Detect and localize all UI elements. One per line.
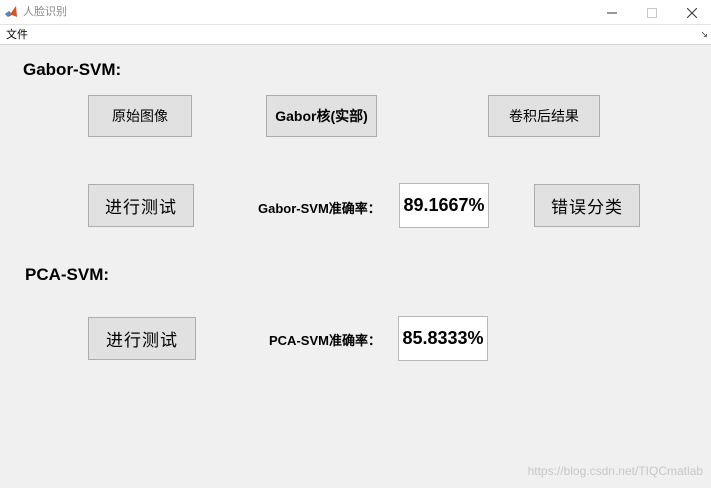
dock-arrow-icon[interactable]: ↘	[700, 30, 708, 40]
pca-accuracy-field: 85.8333%	[398, 316, 488, 361]
minimize-button[interactable]	[592, 0, 632, 25]
maximize-button[interactable]	[632, 0, 672, 25]
close-icon	[687, 7, 697, 18]
convolution-result-button[interactable]: 卷积后结果	[488, 95, 600, 137]
close-button[interactable]	[672, 0, 711, 25]
gabor-kernel-button[interactable]: Gabor核(实部)	[266, 95, 377, 137]
title-bar: 人脸识别	[0, 0, 711, 25]
gabor-accuracy-field: 89.1667%	[399, 183, 489, 228]
maximize-icon	[647, 7, 657, 18]
menu-bar: 文件 ↘	[0, 25, 711, 45]
pca-accuracy-label: PCA-SVM准确率：	[269, 333, 381, 348]
minimize-icon	[607, 12, 617, 13]
pca-section-label: PCA-SVM:	[25, 265, 110, 284]
menu-file[interactable]: 文件	[6, 27, 28, 42]
watermark-text: https://blog.csdn.net/TIQCmatlab	[527, 464, 703, 478]
gabor-accuracy-label: Gabor-SVM准确率：	[258, 201, 381, 216]
matlab-logo-icon	[4, 5, 18, 19]
gabor-test-button[interactable]: 进行测试	[88, 184, 194, 227]
original-image-button[interactable]: 原始图像	[88, 95, 192, 137]
gabor-section-label: Gabor-SVM:	[23, 60, 122, 79]
window-title: 人脸识别	[23, 5, 67, 18]
misclassification-button[interactable]: 错误分类	[534, 184, 640, 227]
pca-test-button[interactable]: 进行测试	[88, 317, 196, 360]
